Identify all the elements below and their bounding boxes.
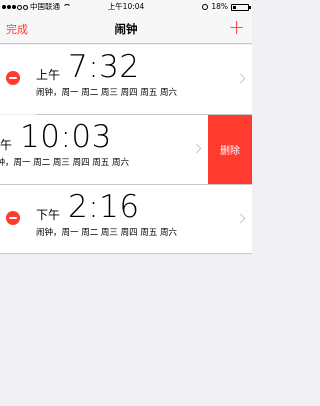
alarm-ampm: 下午 [36,208,61,222]
add-alarm-button[interactable]: + [228,17,245,37]
alarm-time: 2:16 [68,189,140,225]
alarm-clock-icon [202,4,209,10]
chevron-right-icon [235,73,246,84]
battery-fill [233,5,236,9]
chevron-right-icon [235,213,246,224]
alarm-subtitle: 闹钟，周一 周二 周三 周四 周五 周六 [36,228,178,238]
alarm-ampm: 上午 [36,68,61,82]
alarm-row[interactable]: 上午 7:32 闹钟，周一 周二 周三 周四 周五 周六 [0,45,252,114]
status-bar: 中国联通 上午10:04 18% [0,0,252,14]
alarm-time: 10:03 [20,119,112,155]
navigation-bar: 完成 闹钟 + [0,14,252,44]
page-title: 闹钟 [114,22,138,36]
delete-button[interactable]: 删除 [208,115,252,184]
alarm-subtitle: 闹钟，周一 周二 周三 周四 周五 周六 [36,88,178,98]
delete-toggle-icon[interactable] [6,71,20,85]
delete-toggle-icon[interactable] [6,211,20,225]
battery-icon [231,3,251,11]
alarm-row-swiped[interactable]: 上午 10:03 闹钟，周一 周二 周三 周四 周五 周六 删除 [0,115,252,184]
alarm-subtitle: 闹钟，周一 周二 周三 周四 周五 周六 [0,158,130,168]
empty-list-area [0,254,252,406]
alarm-row[interactable]: 下午 2:16 闹钟，周一 周二 周三 周四 周五 周六 [0,185,252,254]
battery-percent: 18% [211,2,228,11]
alarm-ampm: 上午 [0,138,13,152]
alarm-time: 7:32 [68,49,140,85]
chevron-right-icon [191,143,202,154]
status-right: 18% [202,0,251,14]
